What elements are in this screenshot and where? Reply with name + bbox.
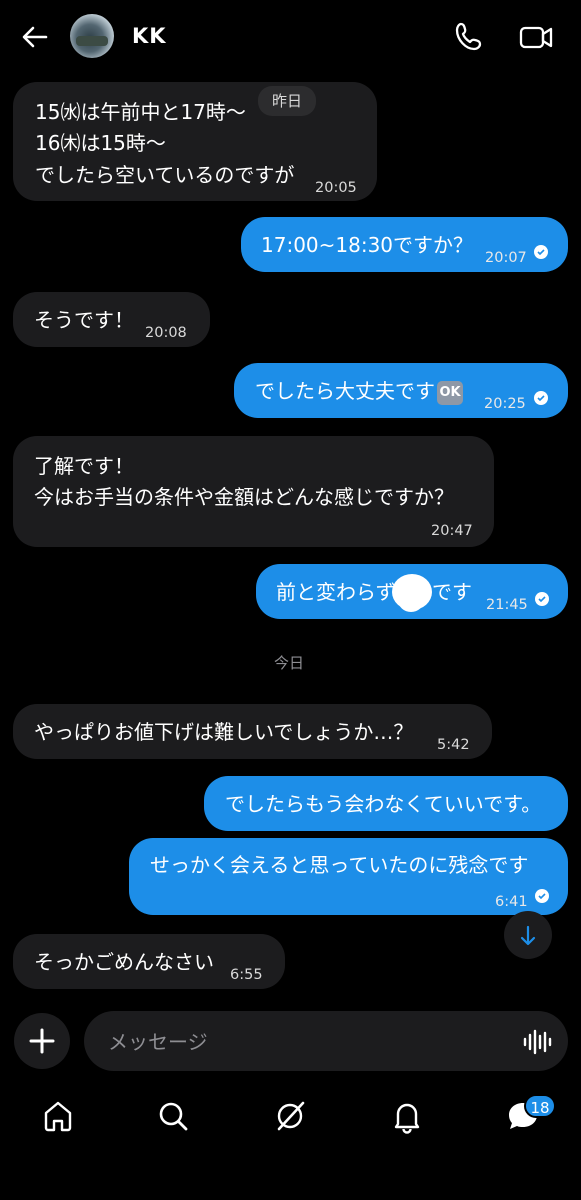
contact-avatar[interactable]	[70, 14, 114, 58]
message-text: 今はお手当の条件や金額はどんな感じですか？	[34, 485, 454, 509]
back-arrow-icon[interactable]	[20, 22, 50, 52]
message-time: 6:55	[230, 967, 263, 983]
plus-icon	[29, 1028, 55, 1054]
video-call-icon[interactable]	[518, 20, 554, 54]
message-bubble-incoming[interactable]: やっぱりお値下げは難しいでしょうか…？ 5:42	[13, 704, 492, 759]
message-time: 20:47	[431, 523, 473, 539]
ok-emoji-icon: OK	[437, 381, 463, 405]
message-text: 前と変わらず	[276, 580, 396, 604]
message-time: 20:05	[315, 180, 357, 196]
chat-header: KK	[0, 0, 581, 74]
message-bubble-outgoing[interactable]: でしたらもう会わなくていいです。	[204, 776, 568, 831]
message-text: そうです！	[34, 308, 134, 332]
message-text: でしたら空いているのですが	[35, 163, 295, 187]
grok-icon[interactable]	[272, 1098, 308, 1134]
message-text: 17:00~18:30ですか？	[261, 233, 474, 257]
message-text: でしたら大丈夫です OK	[255, 375, 463, 407]
date-chip-yesterday: 昨日	[258, 86, 317, 116]
message-text: せっかく会えると思っていたのに残念です	[150, 853, 529, 877]
message-time: 20:25	[484, 396, 526, 412]
message-bubble-incoming[interactable]: 了解です！ 今はお手当の条件や金額はどんな感じですか？ 20:47	[13, 436, 494, 547]
message-time: 20:07	[485, 250, 527, 266]
search-icon[interactable]	[155, 1098, 191, 1134]
messages-unread-badge: 18	[524, 1094, 556, 1118]
message-bubble-outgoing[interactable]: せっかく会えると思っていたのに残念です 6:41	[129, 838, 568, 915]
message-bubble-incoming[interactable]: そうです！ 20:08	[13, 292, 210, 347]
home-icon[interactable]	[40, 1098, 76, 1134]
message-time: 20:08	[145, 325, 187, 341]
message-time: 5:42	[437, 737, 470, 753]
read-check-icon	[535, 889, 549, 903]
message-text: やっぱりお値下げは難しいでしょうか…？	[34, 720, 414, 744]
message-time: 21:45	[486, 597, 528, 613]
message-input-placeholder: メッセージ	[108, 1030, 208, 1054]
message-bubble-outgoing[interactable]: 17:00~18:30ですか？ 20:07	[241, 217, 568, 272]
contact-name[interactable]: KK	[132, 24, 167, 48]
date-label-today: 今日	[274, 654, 305, 672]
read-check-icon	[535, 592, 549, 606]
message-bubble-outgoing[interactable]: でしたら大丈夫です OK 20:25	[234, 363, 568, 418]
bell-icon[interactable]	[389, 1098, 425, 1134]
message-text: 了解です！	[34, 454, 134, 478]
message-text: です	[432, 580, 472, 604]
message-text: 15㈬は午前中と17時〜	[35, 100, 246, 124]
message-text: でしたらもう会わなくていいです。	[225, 792, 542, 816]
read-check-icon	[534, 245, 548, 259]
read-check-icon	[534, 391, 548, 405]
scroll-to-bottom-button[interactable]	[504, 911, 552, 959]
message-bubble-incoming[interactable]: 15㈬は午前中と17時〜 16㈭は15時〜 でしたら空いているのですが 20:0…	[13, 82, 377, 201]
add-attachment-button[interactable]	[14, 1013, 70, 1069]
message-text: そっかごめんなさい	[34, 950, 214, 974]
arrow-down-icon	[520, 925, 536, 946]
phone-call-icon[interactable]	[452, 20, 486, 54]
message-text: 16㈭は15時〜	[35, 131, 166, 155]
message-bubble-incoming[interactable]: そっかごめんなさい 6:55	[13, 934, 285, 989]
voice-message-icon[interactable]	[522, 1027, 554, 1057]
